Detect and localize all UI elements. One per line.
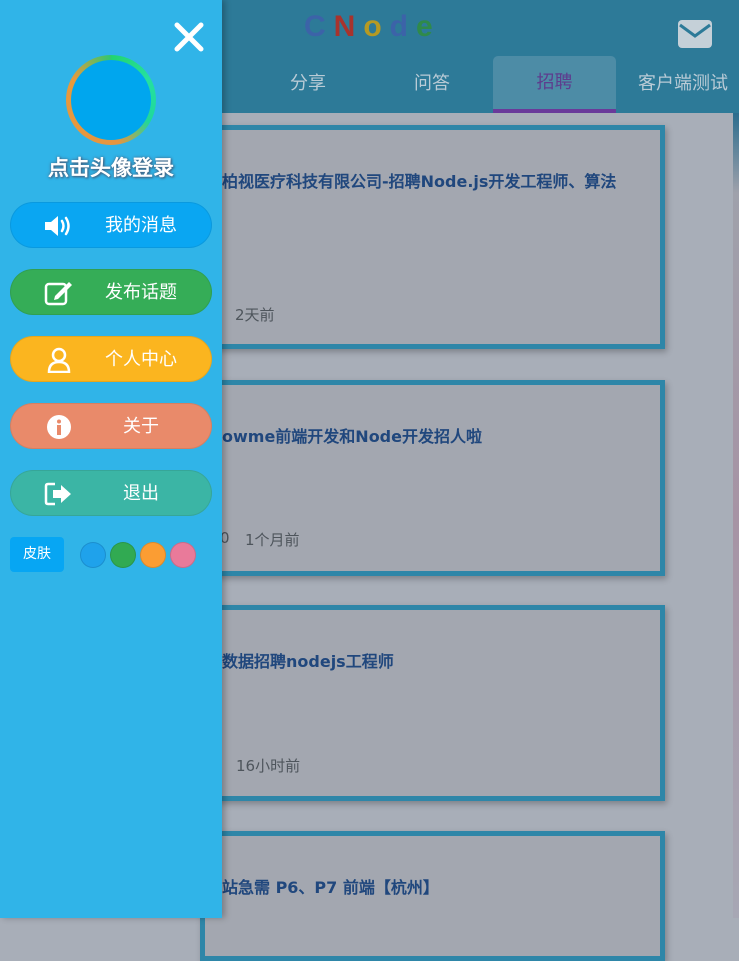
logo-letter: d <box>389 10 416 43</box>
tab-ask[interactable]: 问答 <box>394 56 470 113</box>
avatar[interactable] <box>66 55 156 145</box>
side-drawer: 点击头像登录 我的消息 发布话题 个人中心 关于 退出 皮肤 <box>0 0 222 918</box>
topic-card[interactable]: owme前端开发和Node开发招人啦 0 1个月前 <box>200 380 665 576</box>
new-topic-button[interactable]: 发布话题 <box>10 269 212 315</box>
topic-title[interactable]: owme前端开发和Node开发招人啦 <box>222 423 482 447</box>
close-icon[interactable] <box>172 20 206 54</box>
topic-card[interactable]: 柏视医疗科技有限公司-招聘Node.js开发工程师、算法 2天前 <box>200 125 665 349</box>
skin-swatch-blue[interactable] <box>80 542 106 568</box>
skin-swatch-green[interactable] <box>110 542 136 568</box>
volume-icon <box>45 216 70 236</box>
logo-letter: N <box>333 10 364 43</box>
avatar-image <box>71 60 151 140</box>
topic-title[interactable]: 柏视医疗科技有限公司-招聘Node.js开发工程师、算法 <box>222 168 616 192</box>
topic-title[interactable]: 站急需 P6、P7 前端【杭州】 <box>222 874 439 898</box>
sign-out-icon <box>44 482 71 506</box>
about-button[interactable]: 关于 <box>10 403 212 449</box>
profile-button[interactable]: 个人中心 <box>10 336 212 382</box>
topic-card[interactable]: 站急需 P6、P7 前端【杭州】 <box>200 831 665 961</box>
topic-title[interactable]: 数据招聘nodejs工程师 <box>222 648 394 672</box>
topic-time: 16小时前 <box>236 757 301 775</box>
tab-job[interactable]: 招聘 <box>493 56 616 113</box>
topic-time: 1个月前 <box>245 531 300 549</box>
my-messages-button[interactable]: 我的消息 <box>10 202 212 248</box>
topic-tabs: 分享 问答 招聘 客户端测试 <box>222 56 739 113</box>
cnode-logo[interactable]: CNode <box>304 10 441 44</box>
skin-swatch-orange[interactable] <box>140 542 166 568</box>
logo-letter: C <box>304 10 334 43</box>
menu-label: 关于 <box>123 416 159 437</box>
topic-time: 2天前 <box>235 306 275 324</box>
menu-label: 发布话题 <box>105 282 177 303</box>
skin-swatch-pink[interactable] <box>170 542 196 568</box>
logo-letter: e <box>416 10 441 43</box>
user-icon <box>47 347 71 373</box>
envelope-icon[interactable] <box>678 20 712 48</box>
menu-label: 我的消息 <box>105 215 177 236</box>
skin-button[interactable]: 皮肤 <box>10 537 64 572</box>
tab-client-test[interactable]: 客户端测试 <box>627 56 739 113</box>
menu-label: 个人中心 <box>105 349 177 370</box>
tab-share[interactable]: 分享 <box>270 56 346 113</box>
scroll-edge <box>733 113 739 918</box>
login-prompt[interactable]: 点击头像登录 <box>0 152 222 182</box>
edit-icon <box>44 282 72 306</box>
logo-letter: o <box>363 10 390 43</box>
info-icon <box>47 415 71 439</box>
logout-button[interactable]: 退出 <box>10 470 212 516</box>
menu-label: 退出 <box>123 483 159 504</box>
topic-card[interactable]: 数据招聘nodejs工程师 16小时前 <box>200 605 665 801</box>
